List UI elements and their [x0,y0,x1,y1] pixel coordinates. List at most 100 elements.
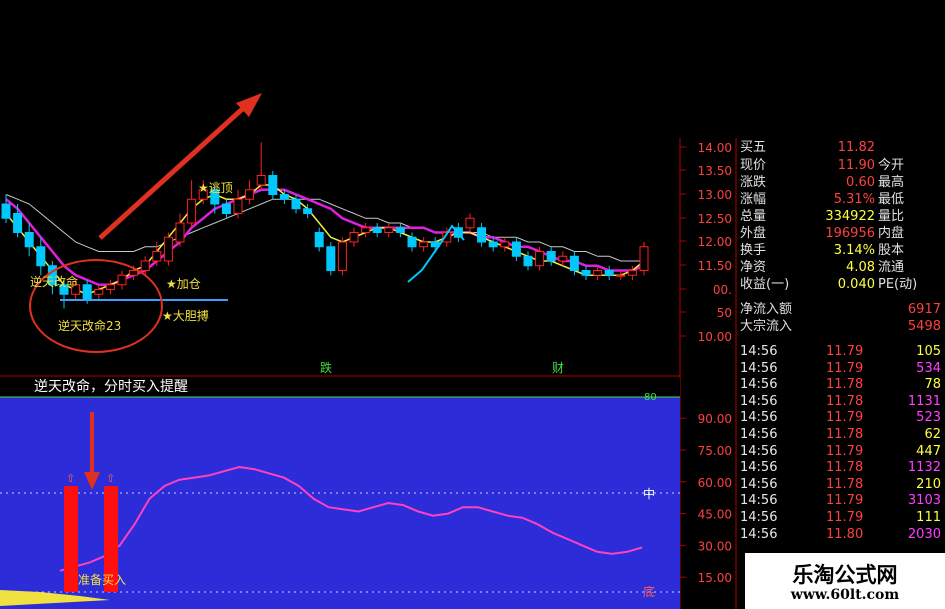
candle-body [616,274,626,277]
quote-row: 换手 3.14% 股本 [736,243,945,259]
tick-volume: 210 [916,476,941,492]
signal-label: 逆天改命23 [58,318,121,333]
candle-body [500,241,510,248]
quote-label: 换手 [740,243,767,258]
quote-row: 现价 11.90 今开 [736,158,945,174]
tick-price: 11.79 [826,344,864,359]
candle-body [465,217,475,229]
candle-body [314,232,324,248]
bar-up-marker: ⇧ [66,472,75,485]
tick-time: 14:56 [740,443,778,459]
candle-body [303,208,313,214]
tick-volume: 3103 [907,493,941,509]
tick-time: 14:56 [740,427,778,442]
tick-time: 14:56 [740,344,778,359]
tick-time: 14:56 [740,393,778,409]
tick-price: 11.78 [826,476,864,492]
tick-time: 14:56 [740,493,778,509]
candle-body [163,236,173,262]
quote-header-label: 买五 [740,140,767,155]
candle-body [129,270,139,276]
price-tick-label: 12.50 [698,212,732,226]
osc-tick-label: 45.00 [698,508,732,522]
quote-label-2: 最高 [878,175,905,190]
quote-value: 11.90 [837,158,875,173]
oscillator-panel: 逆天改命，分时买入提醒 ⇧ ⇧ 准备买入 中 底 80 90.00 75.00 60.0… [0,378,732,609]
quote-label: 涨幅 [740,192,767,207]
candle-body [372,227,382,233]
candle-body [361,227,371,233]
quote-value: 0.60 [846,175,875,190]
osc-tick-label: 90.00 [698,412,732,426]
tick-volume: 1132 [907,460,941,476]
quote-panel: 买五 11.82 现价 11.90 今开 涨跌 0.60 最高 涨幅 5.31% 最低 总量 334… [736,138,945,609]
signal-bar [64,486,78,592]
candle-body [36,246,46,267]
top-reference-label: 80 [644,392,657,403]
candle-body [384,227,394,233]
candle-body [291,198,301,210]
candle-body [627,270,637,276]
tick-volume: 523 [916,410,941,426]
signal-label: ★大胆搏 [162,309,209,323]
tick-price: 11.78 [826,427,864,442]
candle-body [152,251,162,262]
flow-label: 净流入额 [740,302,793,317]
tick-price: 11.79 [826,443,864,459]
tick-volume: 111 [916,510,941,525]
tick-volume: 1131 [907,393,941,409]
osc-tick-label: 75.00 [698,444,732,458]
tick-row: 14:56 11.78 1132 [736,460,945,476]
signal-label: 逆天改命 [30,274,78,289]
quote-label-2: 内盘 [878,226,905,241]
quote-label-2: 今开 [878,158,905,173]
tick-volume: 62 [924,427,941,442]
signal-label: ★加仓 [166,277,201,291]
candle-body [581,270,591,276]
quote-label: 外盘 [740,226,767,241]
quote-value: 0.040 [837,277,875,292]
candle-body [256,175,266,186]
price-tick-label: 13.50 [698,164,732,178]
mid-reference-label: 中 [643,486,655,501]
candle-body [268,175,278,195]
quote-label-2: 量比 [878,209,905,224]
tick-price: 11.78 [826,393,864,409]
quote-label: 涨跌 [740,175,767,190]
tick-row: 14:56 11.79 447 [736,444,945,460]
candle-body [279,194,289,200]
flow-value: 6917 [907,302,941,317]
price-tick-label: 50 [717,306,732,320]
candle-body [82,284,92,300]
quote-value: 334922 [825,209,875,224]
bar-up-marker: ⇧ [106,472,115,485]
osc-tick-label: 30.00 [698,539,732,553]
tick-row: 14:56 11.78 62 [736,427,945,443]
x-marker: 财 [552,361,564,375]
quote-label-2: 流通 [878,260,905,275]
candle-body [511,241,521,257]
candle-body [593,270,603,276]
candle-body [221,203,231,214]
candle-body [535,251,545,267]
quote-label-2: 股本 [878,243,905,258]
tick-time: 14:56 [740,460,778,476]
tick-time: 14:56 [740,510,778,525]
tick-price: 11.79 [826,510,864,525]
tick-time: 14:56 [740,526,778,542]
candle-body [395,227,405,233]
tick-row: 14:56 11.78 210 [736,477,945,493]
quote-label: 现价 [740,158,767,173]
tick-price: 11.79 [826,360,864,376]
tick-price: 11.78 [826,377,864,393]
tick-row: 14:56 11.78 78 [736,377,945,393]
quote-header-row: 买五 11.82 [736,140,945,156]
quote-label: 总量 [740,209,767,224]
candle-body [488,241,498,248]
quote-row: 总量 334922 量比 [736,209,945,225]
quote-value: 3.14% [833,243,875,258]
candle-body [569,255,579,271]
candle-body [546,251,556,262]
candle-body [523,255,533,267]
candle-body [140,260,150,271]
